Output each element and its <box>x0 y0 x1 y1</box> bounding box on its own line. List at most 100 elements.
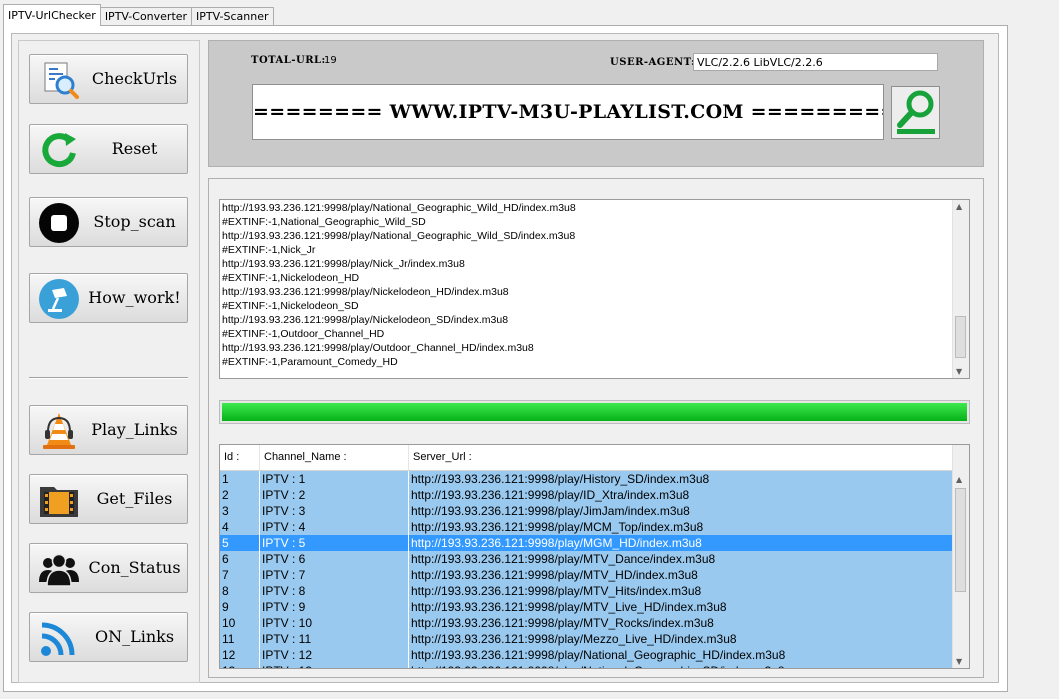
cell-server-url: http://193.93.236.121:9998/play/MGM_HD/i… <box>409 535 953 551</box>
log-scroll-thumb[interactable] <box>955 316 966 358</box>
how-work-button[interactable]: How_work! <box>29 273 188 323</box>
stop-icon <box>39 203 79 243</box>
cell-channel-name: IPTV : 13 <box>260 663 409 668</box>
table-row[interactable]: 8 IPTV : 8 http://193.93.236.121:9998/play… <box>220 583 953 599</box>
table-row[interactable]: 5 IPTV : 5 http://193.93.236.121:9998/play… <box>220 535 953 551</box>
cell-id: 10 <box>220 615 260 631</box>
column-header-channel-name[interactable]: Channel_Name : <box>260 445 409 470</box>
table-row[interactable]: 10 IPTV : 10 http://193.93.236.121:9998/pl… <box>220 615 953 631</box>
reset-button[interactable]: Reset <box>29 124 188 174</box>
table-row[interactable]: 4 IPTV : 4 http://193.93.236.121:9998/play… <box>220 519 953 535</box>
check-urls-label: CheckUrls <box>91 69 178 88</box>
cell-server-url: http://193.93.236.121:9998/play/National… <box>409 663 953 668</box>
log-line: http://193.93.236.121:9998/play/Nickelod… <box>222 314 509 326</box>
cell-server-url: http://193.93.236.121:9998/play/Mezzo_Li… <box>409 631 953 647</box>
log-line: http://193.93.236.121:9998/play/Nickelod… <box>222 286 509 298</box>
column-header-server-url[interactable]: Server_Url : <box>409 445 953 470</box>
cell-id: 4 <box>220 519 260 535</box>
search-button[interactable] <box>891 86 940 139</box>
cell-id: 3 <box>220 503 260 519</box>
cell-channel-name: IPTV : 11 <box>260 631 409 647</box>
play-links-label: Play_Links <box>91 420 178 439</box>
cell-id: 6 <box>220 551 260 567</box>
scroll-up-arrow-icon[interactable]: ▲ <box>956 475 962 484</box>
check-urls-button[interactable]: CheckUrls <box>29 54 188 104</box>
total-url-value: 19 <box>324 55 337 66</box>
table-row[interactable]: 7 IPTV : 7 http://193.93.236.121:9998/play… <box>220 567 953 583</box>
cell-channel-name: IPTV : 9 <box>260 599 409 615</box>
tab-iptv-scanner[interactable]: IPTV-Scanner <box>191 7 274 26</box>
cell-channel-name: IPTV : 8 <box>260 583 409 599</box>
cell-server-url: http://193.93.236.121:9998/play/MTV_Rock… <box>409 615 953 631</box>
sidebar-divider <box>29 377 188 379</box>
user-agent-input[interactable]: VLC/2.2.6 LibVLC/2.2.6 <box>693 53 938 71</box>
scroll-up-arrow-icon[interactable]: ▲ <box>956 202 962 211</box>
reset-icon <box>42 133 76 168</box>
cell-channel-name: IPTV : 7 <box>260 567 409 583</box>
cell-id: 11 <box>220 631 260 647</box>
cell-channel-name: IPTV : 1 <box>260 471 409 487</box>
cell-server-url: http://193.93.236.121:9998/play/MCM_Top/… <box>409 519 953 535</box>
tab-iptv-urlchecker[interactable]: IPTV-UrlChecker <box>3 4 101 26</box>
log-line: #EXTINF:-1,Nickelodeon_SD <box>222 300 359 312</box>
table-row[interactable]: 9 IPTV : 9 http://193.93.236.121:9998/play… <box>220 599 953 615</box>
tab-iptv-converter[interactable]: IPTV-Converter <box>99 7 193 26</box>
log-line: http://193.93.236.121:9998/play/Nick_Jr/… <box>222 258 465 270</box>
log-line: http://193.93.236.121:9998/play/National… <box>222 202 576 214</box>
vlc-cone-icon <box>43 413 75 449</box>
table-row[interactable]: 1 IPTV : 1 http://193.93.236.121:9998/play… <box>220 471 953 487</box>
cell-channel-name: IPTV : 10 <box>260 615 409 631</box>
how-work-icon <box>39 279 79 319</box>
tab-bar: IPTV-UrlChecker IPTV-Converter IPTV-Scan… <box>3 4 274 26</box>
cell-id: 13 <box>220 663 260 668</box>
table-row[interactable]: 2 IPTV : 2 http://193.93.236.121:9998/play… <box>220 487 953 503</box>
results-table: Id : Channel_Name : Server_Url : 1 IPTV :… <box>219 444 970 669</box>
log-line: http://193.93.236.121:9998/play/Outdoor_… <box>222 342 534 354</box>
log-line: #EXTINF:-1,National_Geographic_Wild_SD <box>222 216 426 228</box>
table-scroll-thumb[interactable] <box>955 488 966 592</box>
cell-id: 9 <box>220 599 260 615</box>
cell-channel-name: IPTV : 5 <box>260 535 409 551</box>
search-icon <box>897 90 935 134</box>
cell-server-url: http://193.93.236.121:9998/play/MTV_HD/i… <box>409 567 953 583</box>
results-panel: ▲ ▼ http://193.93.236.121:9998/play/Nati… <box>208 178 984 678</box>
cell-id: 1 <box>220 471 260 487</box>
table-row[interactable]: 12 IPTV : 12 http://193.93.236.121:9998/pl… <box>220 647 953 663</box>
header-panel: TOTAL-URL: 19 USER-AGENT: VLC/2.2.6 LibV… <box>208 40 984 167</box>
table-scrollbar[interactable]: ▲ ▼ <box>952 445 969 668</box>
reset-label: Reset <box>111 139 158 158</box>
get-files-button[interactable]: Get_Files <box>29 474 188 524</box>
stop-scan-label: Stop_scan <box>93 212 176 231</box>
table-row[interactable]: 13IPTV : 13http://193.93.236.121:9998/pl… <box>220 663 953 668</box>
play-links-button[interactable]: Play_Links <box>29 405 188 455</box>
cell-server-url: http://193.93.236.121:9998/play/MTV_Danc… <box>409 551 953 567</box>
con-status-button[interactable]: Con_Status <box>29 543 188 593</box>
column-header-id[interactable]: Id : <box>220 445 260 470</box>
log-scrollbar[interactable]: ▲ ▼ <box>952 200 969 378</box>
progress-fill <box>222 403 967 421</box>
cell-id: 5 <box>220 535 260 551</box>
log-line: #EXTINF:-1,Paramount_Comedy_HD <box>222 356 398 368</box>
log-line: #EXTINF:-1,Outdoor_Channel_HD <box>222 328 385 340</box>
table-row[interactable]: 6 IPTV : 6 http://193.93.236.121:9998/play… <box>220 551 953 567</box>
cell-server-url: http://193.93.236.121:9998/play/MTV_Hits… <box>409 583 953 599</box>
scroll-down-arrow-icon[interactable]: ▼ <box>956 367 962 376</box>
cell-id: 12 <box>220 647 260 663</box>
on-links-button[interactable]: ON_Links <box>29 612 188 662</box>
cell-id: 8 <box>220 583 260 599</box>
get-files-label: Get_Files <box>96 489 173 508</box>
table-row[interactable]: 3 IPTV : 3 http://193.93.236.121:9998/play… <box>220 503 953 519</box>
table-row[interactable]: 11 IPTV : 11 http://193.93.236.121:9998/pl… <box>220 631 953 647</box>
progress-bar <box>219 400 970 424</box>
cell-channel-name: IPTV : 4 <box>260 519 409 535</box>
sidebar-panel: CheckUrls Reset Stop_scan How_work! Play… <box>18 40 200 683</box>
film-folder-icon <box>40 487 78 517</box>
log-textarea[interactable]: ▲ ▼ http://193.93.236.121:9998/play/Nati… <box>219 199 970 379</box>
table-header: Id : Channel_Name : Server_Url : <box>220 445 953 471</box>
url-banner-field[interactable]: ======== WWW.IPTV-M3U-PLAYLIST.COM =====… <box>252 84 884 140</box>
scroll-down-arrow-icon[interactable]: ▼ <box>956 657 962 666</box>
cell-server-url: http://193.93.236.121:9998/play/JimJam/i… <box>409 503 953 519</box>
cell-id: 2 <box>220 487 260 503</box>
stop-scan-button[interactable]: Stop_scan <box>29 197 188 247</box>
cell-server-url: http://193.93.236.121:9998/play/National… <box>409 647 953 663</box>
